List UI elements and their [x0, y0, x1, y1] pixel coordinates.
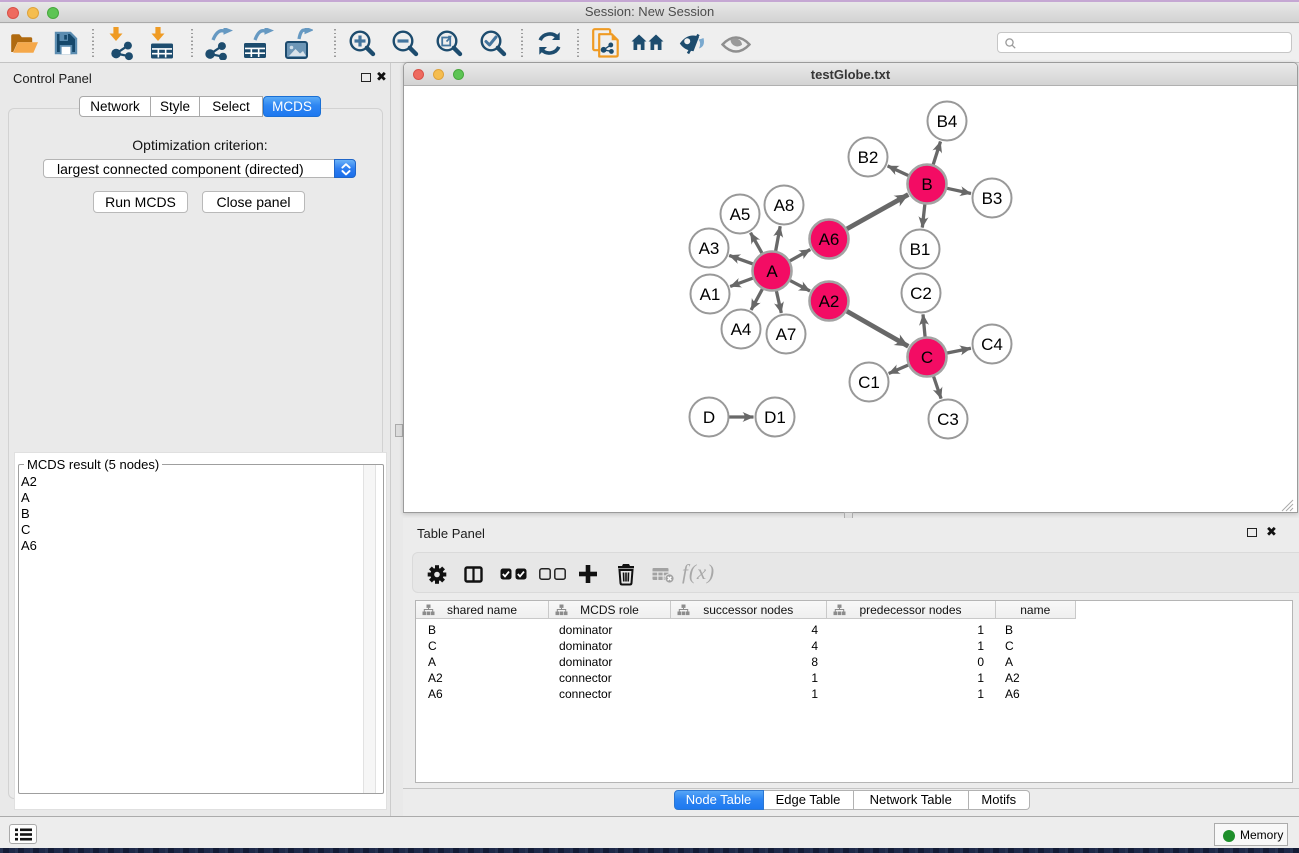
svg-text:C: C — [921, 348, 933, 367]
svg-text:B2: B2 — [858, 148, 879, 167]
svg-text:A3: A3 — [699, 239, 720, 258]
svg-text:A5: A5 — [730, 205, 751, 224]
svg-text:B: B — [921, 175, 932, 194]
svg-text:A6: A6 — [819, 230, 840, 249]
svg-text:A7: A7 — [776, 325, 797, 344]
svg-text:C3: C3 — [937, 410, 959, 429]
svg-text:D: D — [703, 408, 715, 427]
svg-text:D1: D1 — [764, 408, 786, 427]
svg-text:C2: C2 — [910, 284, 932, 303]
svg-text:B4: B4 — [937, 112, 958, 131]
svg-text:C4: C4 — [981, 335, 1003, 354]
svg-text:C1: C1 — [858, 373, 880, 392]
svg-text:A8: A8 — [774, 196, 795, 215]
svg-text:B3: B3 — [982, 189, 1003, 208]
svg-text:B1: B1 — [910, 240, 931, 259]
svg-text:A: A — [766, 262, 778, 281]
svg-text:A2: A2 — [819, 292, 840, 311]
svg-text:A4: A4 — [731, 320, 752, 339]
svg-text:A1: A1 — [700, 285, 721, 304]
